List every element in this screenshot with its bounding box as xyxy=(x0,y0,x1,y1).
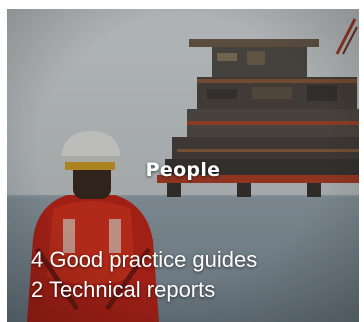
stat-technical-reports: 2 Technical reports xyxy=(31,277,216,302)
tile-title: People xyxy=(145,159,221,181)
category-tile-people[interactable]: People 4 Good practice guides 2 Technica… xyxy=(7,9,359,322)
stat-good-practice-guides: 4 Good practice guides xyxy=(31,247,258,272)
tile-stats: 4 Good practice guides 2 Technical repor… xyxy=(31,245,257,305)
